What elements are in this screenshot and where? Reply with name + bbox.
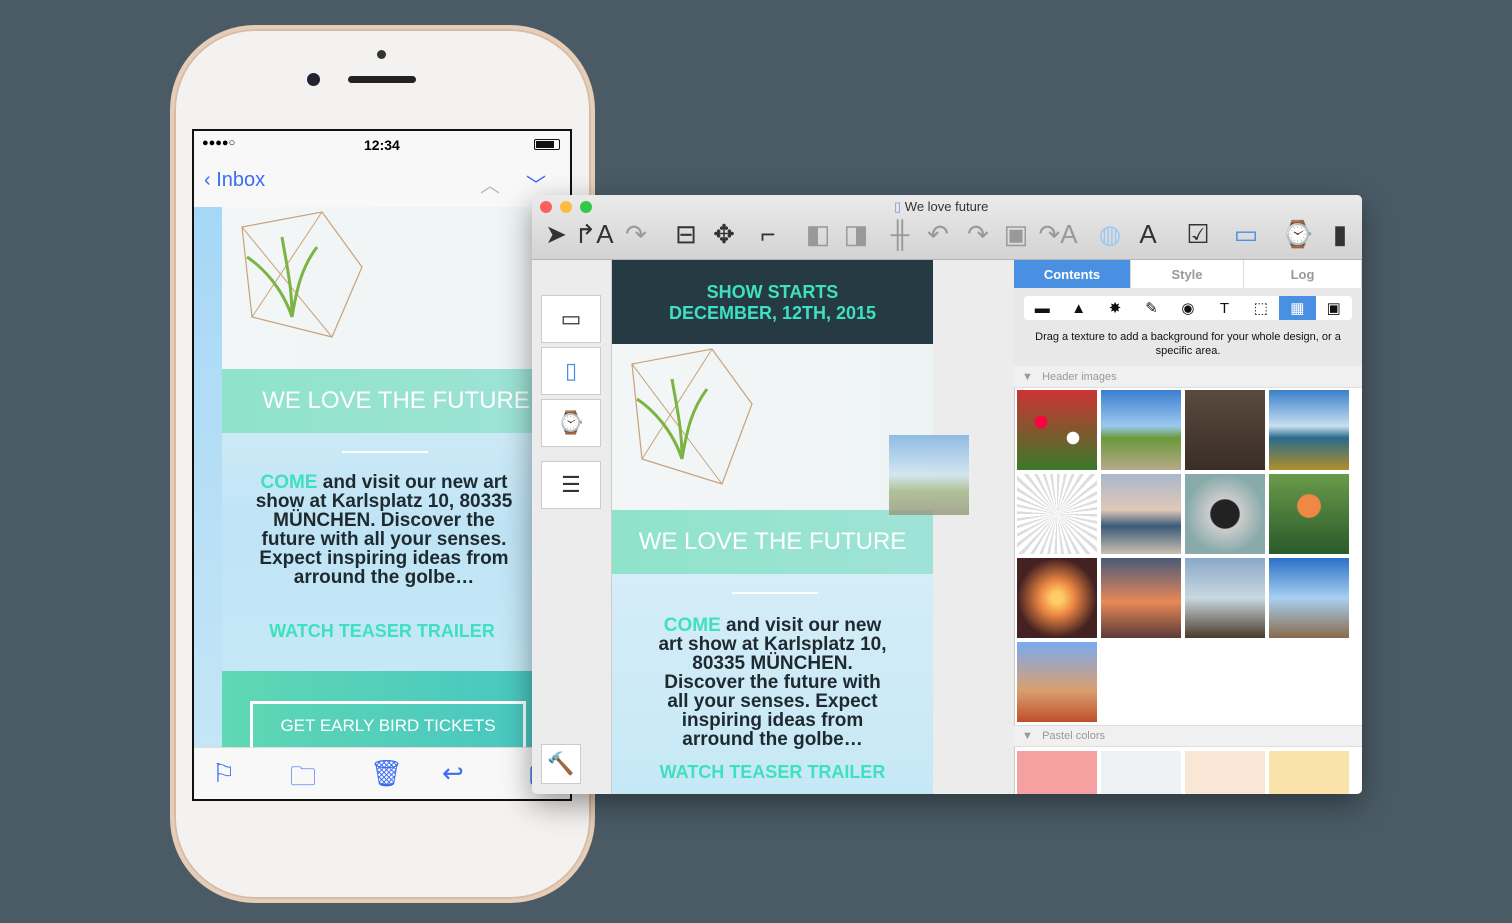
group-icon[interactable]: ▣ (998, 217, 1034, 251)
text-icon[interactable]: T (1206, 296, 1242, 320)
brush-icon[interactable]: ✎ (1133, 296, 1169, 320)
window-title: ▯ We love future (894, 199, 989, 214)
dragged-image[interactable] (889, 435, 969, 515)
texture-icon[interactable]: ▦ (1279, 296, 1316, 320)
title-toolbar: ▯ We love future ➤ ↱A ↷ ⊟ ✥ ⌐ ◧ ◨ ╫ ↶ ↷ ▣ ↷A ◍ A ☑ ▭ ⌚ ▮ (532, 195, 1362, 260)
colors-icon[interactable]: ◍ (1092, 217, 1128, 251)
header-icon[interactable]: ▬ (1024, 296, 1060, 320)
mail-nav-bar: ‹ Inbox ︿ ﹀ (194, 161, 570, 207)
content-type-bar: ▬ ▲ ✸ ✎ ◉ T ⬚ ▦ ▣ Drag a texture to add a backgr… (1014, 288, 1362, 366)
proximity-sensor (377, 50, 386, 59)
send-icon[interactable]: ➤ (538, 217, 574, 251)
text-redo-icon[interactable]: ↷A (1038, 217, 1077, 251)
back-button[interactable]: ‹ Inbox (204, 169, 265, 192)
email-body: WE LOVE THE FUTURE COME and visit our ne… (194, 207, 570, 747)
pastel-tile[interactable] (1101, 751, 1181, 794)
share-icon[interactable]: ↷ (618, 217, 654, 251)
header-image-tile[interactable] (1269, 558, 1349, 638)
export-text-icon[interactable]: ↱A (574, 217, 613, 251)
preview-icon[interactable]: ▭ (1228, 217, 1264, 251)
signal-strength: ●●●●○ (202, 137, 236, 149)
header-images-section[interactable]: ▼ Header images (1014, 366, 1362, 388)
selection-icon[interactable]: ⬚ (1243, 296, 1279, 320)
header-image-tile[interactable] (1101, 558, 1181, 638)
watch-add-icon[interactable]: ⌚ (1280, 217, 1316, 251)
phone-screen: ●●●●○ 12:34 ‹ Inbox ︿ ﹀ WE LOVE THE FUTU… (192, 129, 572, 801)
reply-icon[interactable]: ↩ (442, 758, 464, 789)
fonts-icon[interactable]: A (1130, 217, 1166, 251)
video-icon[interactable]: ◉ (1170, 296, 1206, 320)
previous-message-icon[interactable]: ︿ (480, 169, 500, 198)
close-button[interactable] (540, 201, 552, 213)
earpiece (348, 76, 416, 83)
email-text: COME and visit our new art show at Karls… (255, 472, 513, 588)
tickets-button[interactable]: GET EARLY BIRD TICKETS (250, 701, 526, 747)
minimize-button[interactable] (560, 201, 572, 213)
email-headline: WE LOVE THE FUTURE (222, 369, 570, 433)
status-bar: ●●●●○ 12:34 (194, 131, 570, 157)
header-image-tile[interactable] (1269, 474, 1349, 554)
header-image-tile[interactable] (1101, 390, 1181, 470)
pastel-colors-section[interactable]: ▼ Pastel colors (1014, 725, 1362, 747)
canvas-trailer-link[interactable]: WATCH TEASER TRAILER (612, 762, 933, 783)
front-camera (307, 73, 320, 86)
bring-forward-icon[interactable]: ◨ (838, 217, 874, 251)
hero-image (222, 207, 570, 369)
header-image-tile[interactable] (1185, 558, 1265, 638)
undo-icon[interactable]: ↶ (920, 217, 956, 251)
header-image-tile[interactable] (1101, 474, 1181, 554)
phone-icon[interactable]: ▯ (541, 347, 601, 395)
show-dates-block: SHOW STARTS DECEMBER, 12TH, 2015 (612, 260, 933, 344)
back-label: Inbox (216, 169, 266, 191)
document-icon: ▯ (894, 199, 902, 214)
pastel-tile[interactable] (1017, 751, 1097, 794)
move-icon[interactable]: ✥ (706, 217, 742, 251)
mail-toolbar: ⚐ 🗀 🗑 ↩ ▢ (194, 747, 570, 799)
header-image-tile[interactable] (1185, 474, 1265, 554)
laptop-icon[interactable]: ▭ (541, 295, 601, 343)
pastel-tile[interactable] (1185, 751, 1265, 794)
tab-log[interactable]: Log (1244, 260, 1362, 288)
chevron-left-icon: ‹ (204, 169, 211, 191)
phone-add-icon[interactable]: ▮ (1322, 217, 1358, 251)
header-image-tile[interactable] (1017, 390, 1097, 470)
layout-icon[interactable]: ⊟ (668, 217, 704, 251)
canvas-hero-image (612, 344, 933, 510)
ruler-icon[interactable]: ⌐ (750, 217, 786, 251)
canvas-headline: WE LOVE THE FUTURE (612, 510, 933, 574)
header-image-tile[interactable] (1017, 474, 1097, 554)
shape-icon[interactable]: ▲ (1060, 296, 1096, 320)
folder-icon[interactable]: 🗀 (290, 758, 316, 799)
app-window: ▯ We love future ➤ ↱A ↷ ⊟ ✥ ⌐ ◧ ◨ ╫ ↶ ↷ ▣ ↷A ◍ A ☑ ▭ ⌚ ▮ ▭… (532, 195, 1362, 794)
flag-icon[interactable]: ⚐ (212, 758, 235, 789)
watch-trailer-link[interactable]: WATCH TEASER TRAILER (222, 621, 542, 642)
design-canvas[interactable]: SHOW STARTS DECEMBER, 12TH, 2015 WE LOVE … (612, 260, 933, 794)
device-sidebar: ▭ ▯ ⌚ ☰ 🔨 (532, 260, 612, 794)
header-image-tile[interactable] (1017, 558, 1097, 638)
badge-icon[interactable]: ✸ (1097, 296, 1133, 320)
header-image-tile[interactable] (1269, 390, 1349, 470)
clock: 12:34 (364, 137, 400, 153)
header-image-tile[interactable] (1185, 390, 1265, 470)
next-message-icon[interactable]: ﹀ (526, 169, 546, 198)
send-backward-icon[interactable]: ◧ (800, 217, 836, 251)
image-icon[interactable]: ▣ (1316, 296, 1352, 320)
texture-hint: Drag a texture to add a background for y… (1035, 331, 1341, 357)
battery-icon (534, 139, 560, 150)
zoom-button[interactable] (580, 201, 592, 213)
tab-style[interactable]: Style (1131, 260, 1244, 288)
trash-icon[interactable]: 🗑 (370, 758, 403, 789)
hammer-icon[interactable]: 🔨 (541, 744, 581, 784)
align-icon[interactable]: ╫ (882, 217, 918, 251)
redo-icon[interactable]: ↷ (960, 217, 996, 251)
canvas-text: COME and visit our new art show at Karls… (658, 615, 887, 750)
watch-icon[interactable]: ⌚ (541, 399, 601, 447)
pastel-tile[interactable] (1269, 751, 1349, 794)
newsletter-icon[interactable]: ☰ (541, 461, 601, 509)
header-image-tile[interactable] (1017, 642, 1097, 722)
tab-contents[interactable]: Contents (1014, 260, 1131, 288)
checklist-icon[interactable]: ☑ (1180, 217, 1216, 251)
